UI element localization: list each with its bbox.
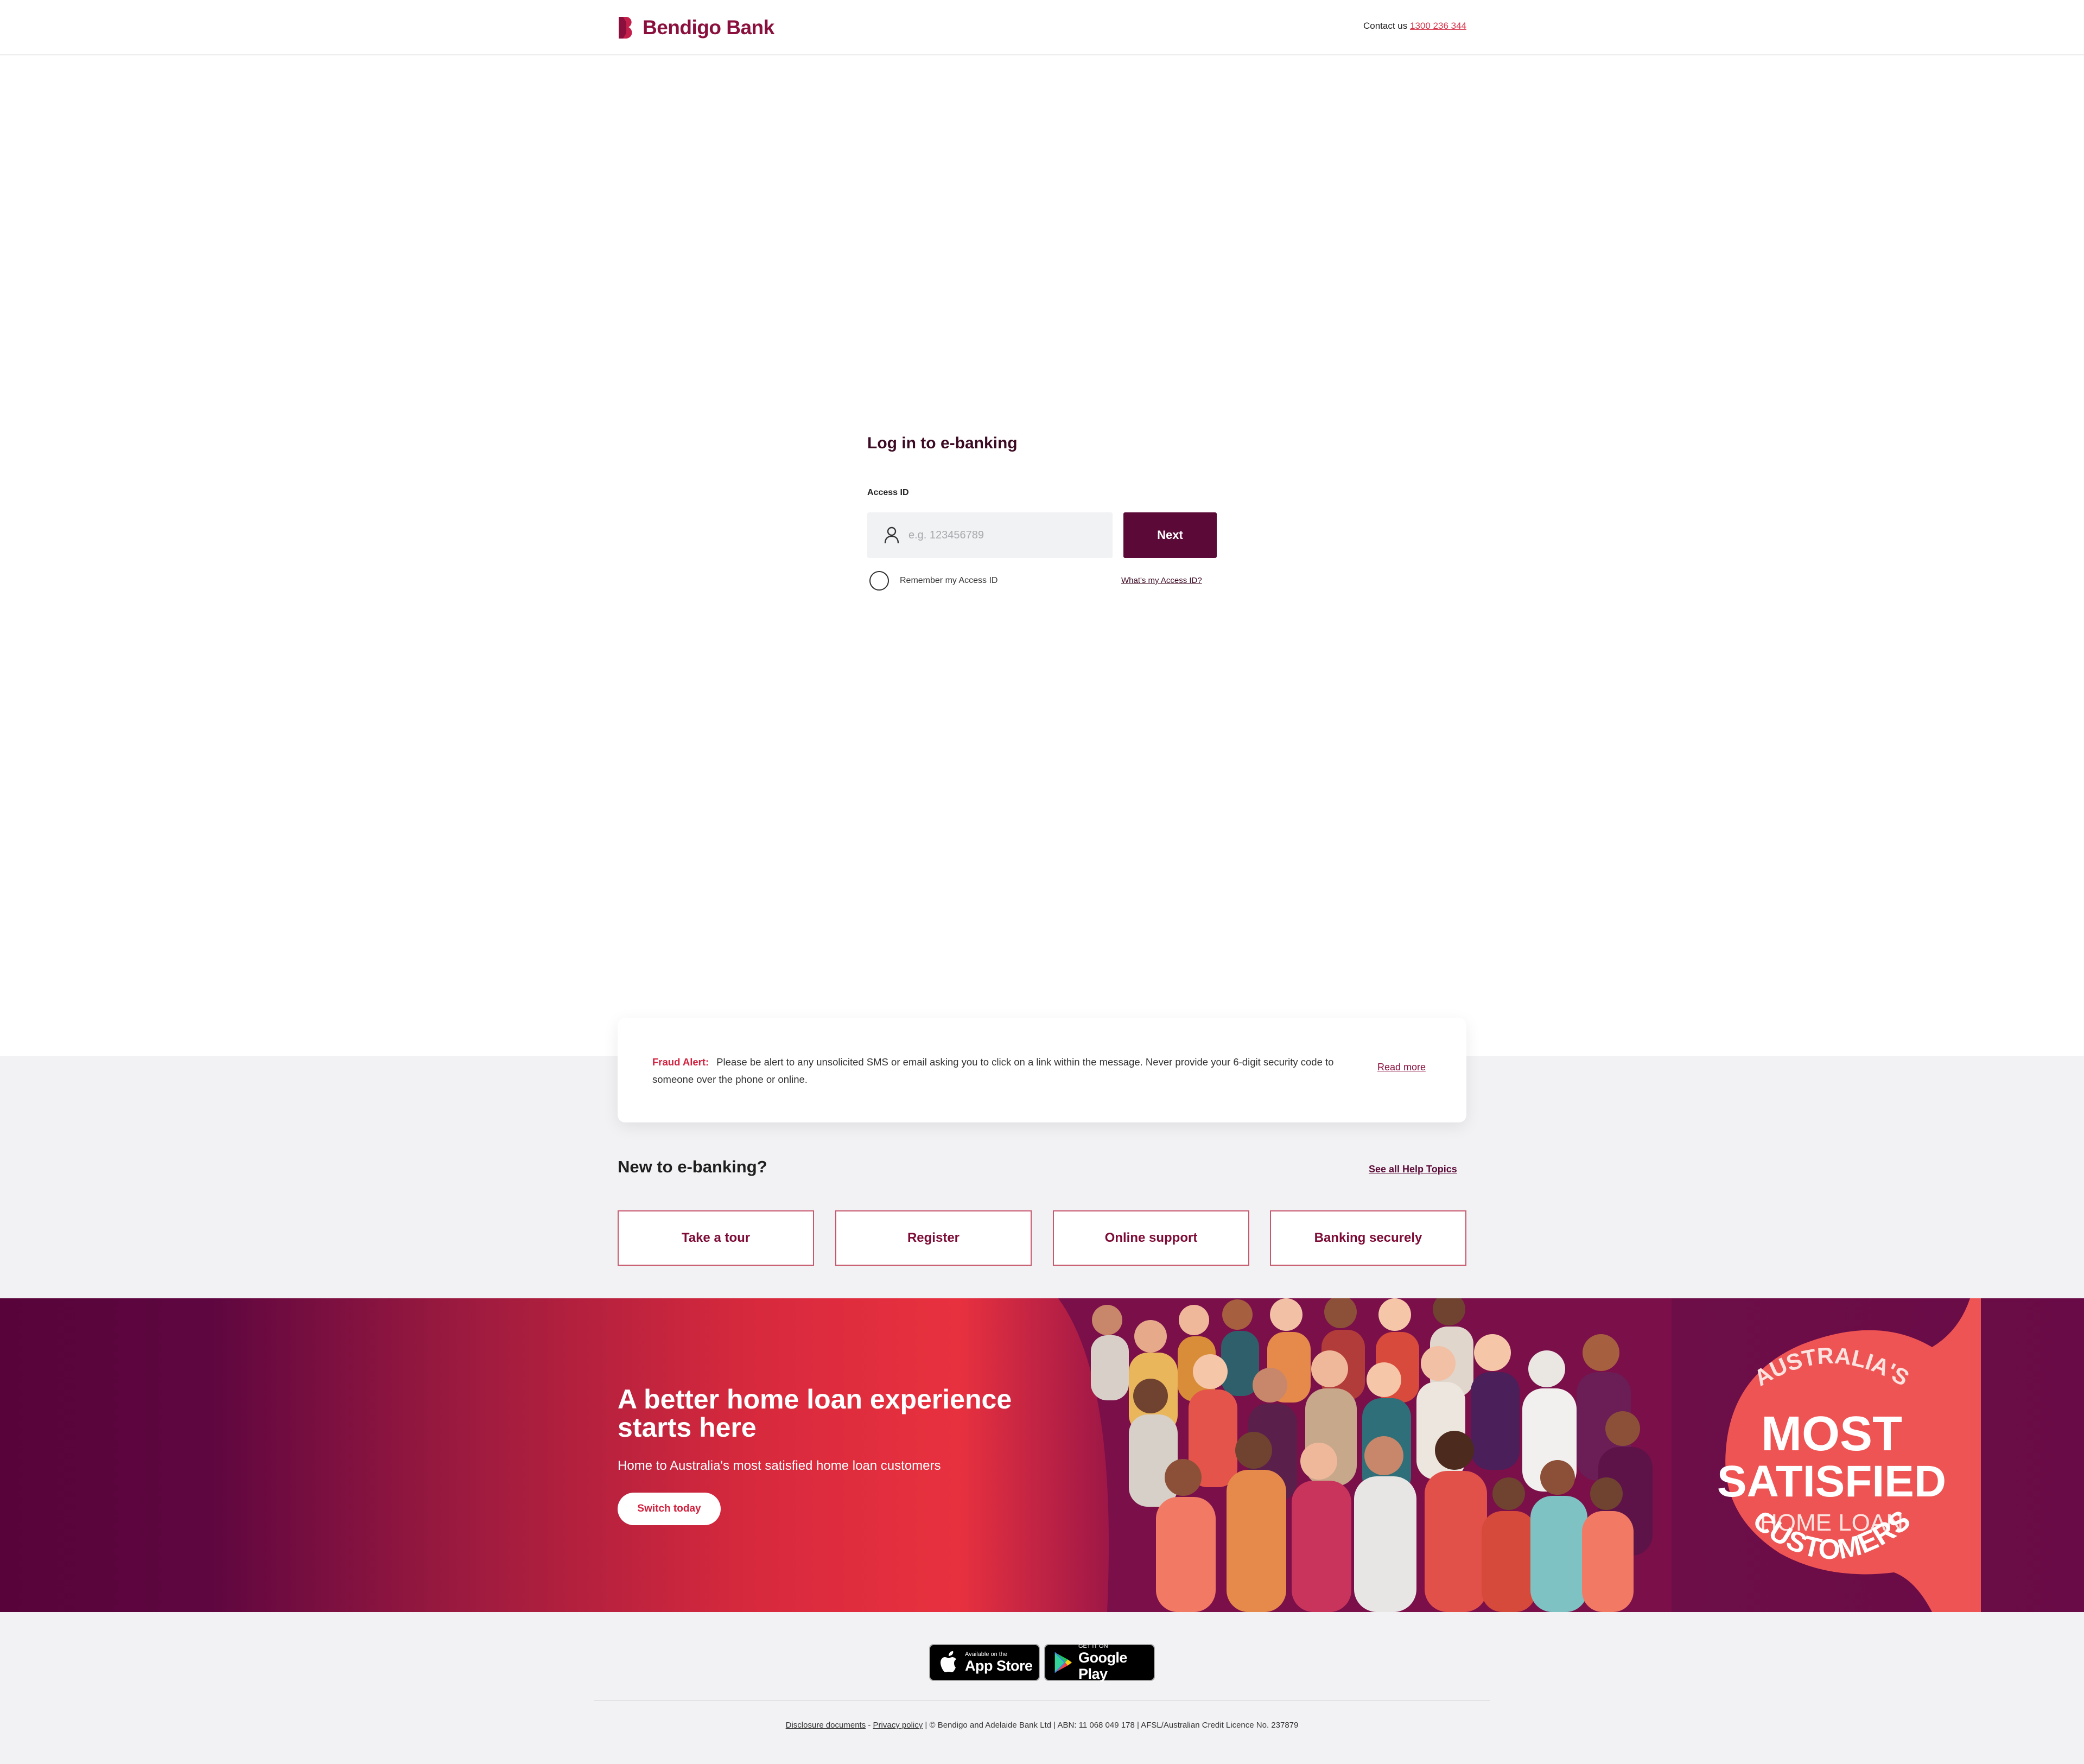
remember-access-id[interactable]: Remember my Access ID [869,571,997,591]
take-a-tour-button[interactable]: Take a tour [618,1210,814,1266]
apple-icon [941,1651,956,1672]
remember-checkbox[interactable] [869,571,889,591]
legal-text: | © Bendigo and Adelaide Bank Ltd | ABN:… [925,1721,1299,1730]
remember-label: Remember my Access ID [900,576,998,585]
fraud-alert-text: Fraud Alert: Please be alert to any unsol… [652,1054,1336,1088]
app-store-button[interactable]: Available on the App Store [929,1644,1040,1681]
site-footer: Available on the App Store GET IT ON Goo… [0,1612,2084,1764]
read-more-link[interactable]: Read more [1377,1062,1426,1073]
bendigo-logo-icon [619,17,632,39]
google-play-big-text: Google Play [1078,1649,1128,1682]
switch-today-button[interactable]: Switch today [618,1493,721,1525]
access-id-label: Access ID [867,488,909,497]
crowd-illustration [1058,1298,1672,1612]
contact-phone-link[interactable]: 1300 236 344 [1410,21,1466,31]
badge-line-2: MOST [1761,1407,1902,1461]
footer-divider [594,1700,1490,1701]
access-id-input[interactable] [908,512,1104,558]
user-icon [884,526,899,544]
fraud-alert-prefix: Fraud Alert: [652,1056,709,1068]
home-loan-banner: A better home loan experience starts her… [0,1298,2084,1612]
bendigo-bank-logo[interactable]: Bendigo Bank [618,15,774,40]
banking-securely-button[interactable]: Banking securely [1270,1210,1466,1266]
google-play-button[interactable]: GET IT ON Google Play [1044,1643,1155,1682]
disclosure-documents-link[interactable]: Disclosure documents [786,1721,866,1730]
most-satisfied-badge: AUSTRALIA'S MOST SATISFIED HOME LOAN CUS… [1717,1298,1981,1612]
new-to-ebanking-title: New to e-banking? [618,1157,767,1176]
contact-info: Contact us 1300 236 344 [1363,21,1466,31]
fraud-alert-card: Fraud Alert: Please be alert to any unsol… [618,1018,1466,1122]
google-play-icon [1054,1652,1072,1673]
badge-line-3: SATISFIED [1717,1457,1946,1506]
whats-my-access-id-link[interactable]: What's my Access ID? [1121,576,1202,585]
contact-label: Contact us [1363,21,1408,31]
privacy-policy-link[interactable]: Privacy policy [873,1721,923,1730]
app-store-small-text: Available on the [965,1651,1008,1658]
banner-subtitle: Home to Australia's most satisfied home … [618,1458,941,1473]
online-support-button[interactable]: Online support [1053,1210,1249,1266]
footer-legal: Disclosure documents - Privacy policy | … [785,1721,1299,1730]
fraud-alert-message: Please be alert to any unsolicited SMS o… [652,1056,1334,1085]
app-store-big-text: App Store [965,1658,1033,1674]
access-id-field[interactable] [867,512,1113,558]
see-all-help-topics-link[interactable]: See all Help Topics [1369,1164,1457,1175]
register-button[interactable]: Register [835,1210,1032,1266]
banner-title: A better home loan experience starts her… [618,1384,1012,1443]
google-play-small-text: GET IT ON [1078,1643,1108,1649]
help-tiles: Take a tour Register Online support Bank… [618,1210,1466,1266]
next-button[interactable]: Next [1123,512,1217,558]
login-title: Log in to e-banking [867,434,1018,452]
site-header: Bendigo Bank Contact us 1300 236 344 [0,0,2084,55]
brand-name: Bendigo Bank [643,16,774,39]
